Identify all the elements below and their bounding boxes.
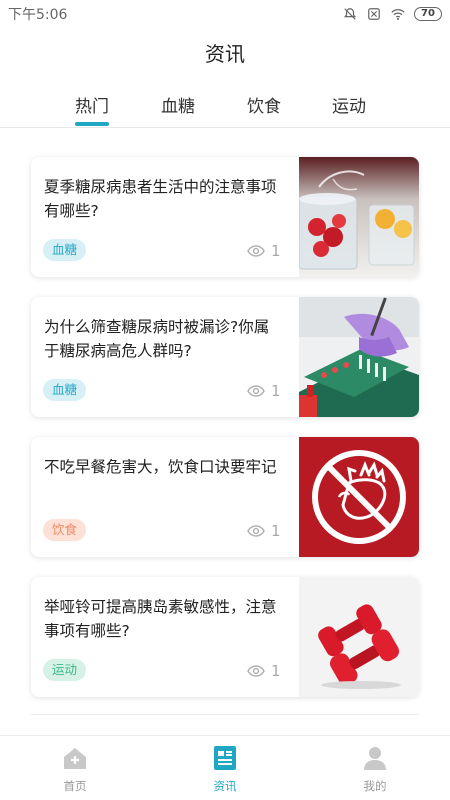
news-icon	[214, 746, 236, 770]
view-count-value: 1	[271, 242, 281, 260]
tab-exercise[interactable]: 运动	[332, 92, 366, 117]
view-count: 1	[247, 382, 281, 400]
article-image-strawberries	[299, 157, 419, 277]
eye-icon	[247, 525, 265, 537]
nav-profile[interactable]: 我的	[345, 744, 405, 794]
article-card[interactable]: 为什么筛查糖尿病时被漏诊?你属于糖尿病高危人群吗? 血糖 1	[31, 297, 419, 417]
article-card[interactable]: 举哑铃可提高胰岛素敏感性，注意事项有哪些? 运动 1	[31, 577, 419, 697]
divider	[31, 714, 419, 715]
view-count: 1	[247, 242, 281, 260]
article-title: 不吃早餐危害大，饮食口诀要牢记	[44, 458, 277, 476]
article-title: 夏季糖尿病患者生活中的注意事项有哪些?	[44, 178, 277, 220]
sim-off-icon	[368, 8, 380, 20]
view-count-value: 1	[271, 522, 281, 540]
article-image-lab	[299, 297, 419, 417]
bottom-navigation: 首页 资讯 我的	[0, 735, 450, 800]
view-count: 1	[247, 522, 281, 540]
status-bar: 下午5:06 70	[0, 0, 450, 28]
article-title: 举哑铃可提高胰岛素敏感性，注意事项有哪些?	[44, 598, 277, 640]
status-time: 下午5:06	[8, 7, 68, 23]
article-image-dumbbells	[299, 577, 419, 697]
wifi-icon	[391, 9, 405, 20]
page-title: 资讯	[205, 42, 245, 66]
view-count-value: 1	[271, 382, 281, 400]
view-count: 1	[247, 662, 281, 680]
view-count-value: 1	[271, 662, 281, 680]
tab-hot[interactable]: 热门	[75, 92, 109, 117]
category-tabs: 热门 血糖 饮食 运动	[0, 86, 450, 128]
profile-icon	[364, 747, 386, 770]
tab-blood-sugar[interactable]: 血糖	[161, 92, 195, 117]
home-icon	[64, 748, 86, 769]
bell-muted-icon	[343, 8, 357, 20]
nav-home[interactable]: 首页	[45, 744, 105, 794]
tab-diet[interactable]: 饮食	[247, 92, 281, 117]
article-title: 为什么筛查糖尿病时被漏诊?你属于糖尿病高危人群吗?	[44, 318, 270, 360]
category-tag: 血糖	[43, 379, 87, 401]
article-image-prohibition	[299, 437, 419, 557]
status-icons: 70	[342, 7, 442, 21]
eye-icon	[247, 385, 265, 397]
nav-home-label: 首页	[63, 779, 87, 793]
eye-icon	[247, 665, 265, 677]
category-tag: 血糖	[43, 239, 87, 261]
nav-news[interactable]: 资讯	[195, 744, 255, 794]
active-tab-indicator	[75, 122, 109, 126]
eye-icon	[247, 245, 265, 257]
category-tag: 运动	[43, 659, 87, 681]
nav-profile-label: 我的	[363, 779, 387, 793]
nav-news-label: 资讯	[213, 779, 237, 793]
article-card[interactable]: 夏季糖尿病患者生活中的注意事项有哪些? 血糖 1	[31, 157, 419, 277]
article-list: 夏季糖尿病患者生活中的注意事项有哪些? 血糖 1 为什么筛查糖尿病时被漏诊?你属…	[31, 157, 419, 717]
category-tag: 饮食	[43, 519, 87, 541]
article-card[interactable]: 不吃早餐危害大，饮食口诀要牢记 饮食 1	[31, 437, 419, 557]
battery-indicator: 70	[414, 7, 442, 21]
